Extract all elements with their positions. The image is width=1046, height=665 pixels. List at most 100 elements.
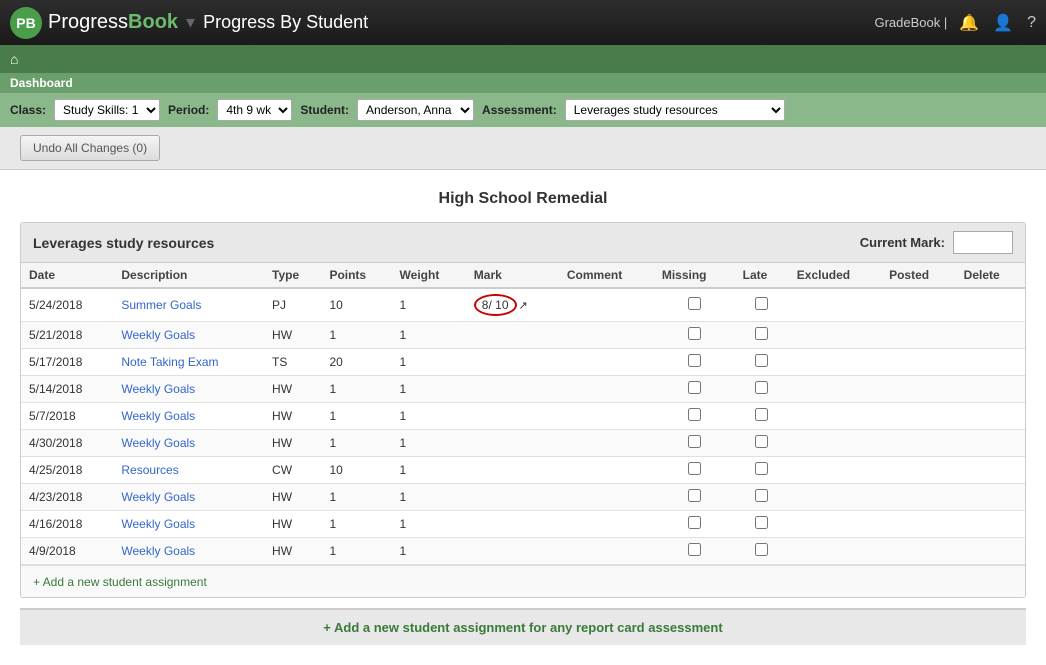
cell-delete [956,430,1025,457]
cell-mark[interactable]: 8/ 10↗ [466,288,559,322]
cell-mark [466,349,559,376]
cell-description[interactable]: Weekly Goals [113,430,264,457]
cell-missing[interactable] [654,457,735,484]
cell-posted [881,538,956,565]
col-missing: Missing [654,263,735,288]
col-delete: Delete [956,263,1025,288]
cell-weight: 1 [392,376,466,403]
assessment-select[interactable]: Leverages study resources [565,99,785,121]
cell-description[interactable]: Weekly Goals [113,322,264,349]
cell-delete [956,484,1025,511]
cell-weight: 1 [392,511,466,538]
cell-date: 4/23/2018 [21,484,113,511]
logo-icon: PB [10,7,42,39]
col-comment: Comment [559,263,654,288]
cell-weight: 1 [392,403,466,430]
cell-excluded [789,430,881,457]
cell-missing[interactable] [654,484,735,511]
cell-missing[interactable] [654,376,735,403]
cell-late[interactable] [735,349,789,376]
controls-bar: Class: Study Skills: 1 Period: 4th 9 wk … [0,93,1046,127]
user-icon[interactable]: 👤 [993,13,1013,33]
col-mark: Mark [466,263,559,288]
cell-description[interactable]: Resources [113,457,264,484]
home-icon[interactable]: ⌂ [10,51,18,67]
cell-late[interactable] [735,288,789,322]
cell-type: HW [264,484,321,511]
cell-description[interactable]: Weekly Goals [113,376,264,403]
cell-late[interactable] [735,322,789,349]
cell-mark [466,538,559,565]
col-excluded: Excluded [789,263,881,288]
table-row: 5/24/2018Summer GoalsPJ1018/ 10↗ [21,288,1025,322]
header-arrow[interactable]: ▾ [186,12,195,33]
cell-description[interactable]: Note Taking Exam [113,349,264,376]
add-assignment-link[interactable]: + Add a new student assignment [33,575,207,589]
cell-late[interactable] [735,457,789,484]
cell-missing[interactable] [654,322,735,349]
class-select[interactable]: Study Skills: 1 [54,99,160,121]
grade-table-header: Leverages study resources Current Mark: [21,223,1025,263]
cell-type: HW [264,430,321,457]
current-mark-input[interactable] [953,231,1013,254]
cell-late[interactable] [735,511,789,538]
cell-missing[interactable] [654,538,735,565]
logo-text: ProgressBook [48,11,178,34]
table-row: 4/25/2018ResourcesCW101 [21,457,1025,484]
cell-delete [956,288,1025,322]
current-mark-area: Current Mark: [860,231,1013,254]
add-report-card-link[interactable]: + Add a new student assignment for any r… [323,620,722,635]
table-header-row: Date Description Type Points Weight Mark… [21,263,1025,288]
cell-date: 4/16/2018 [21,511,113,538]
cell-comment [559,376,654,403]
cell-missing[interactable] [654,511,735,538]
cell-description[interactable]: Weekly Goals [113,484,264,511]
page-title: Progress By Student [203,12,368,33]
cell-comment [559,457,654,484]
cell-missing[interactable] [654,288,735,322]
cell-date: 5/7/2018 [21,403,113,430]
cell-description[interactable]: Weekly Goals [113,403,264,430]
cell-description[interactable]: Summer Goals [113,288,264,322]
period-select[interactable]: 4th 9 wk [217,99,292,121]
bottom-add-bar: + Add a new student assignment for any r… [20,608,1026,645]
cell-missing[interactable] [654,403,735,430]
student-select[interactable]: Anderson, Anna [357,99,474,121]
cell-posted [881,457,956,484]
assessment-label: Assessment: [482,103,557,117]
cell-points: 1 [321,403,391,430]
cell-description[interactable]: Weekly Goals [113,511,264,538]
cell-late[interactable] [735,376,789,403]
cell-weight: 1 [392,349,466,376]
cell-description[interactable]: Weekly Goals [113,538,264,565]
cell-mark [466,430,559,457]
cell-posted [881,511,956,538]
cell-points: 1 [321,511,391,538]
grades-table: Date Description Type Points Weight Mark… [21,263,1025,565]
current-mark-label: Current Mark: [860,235,945,250]
cell-late[interactable] [735,403,789,430]
cell-weight: 1 [392,538,466,565]
cell-date: 5/21/2018 [21,322,113,349]
cell-weight: 1 [392,288,466,322]
cell-late[interactable] [735,430,789,457]
cell-missing[interactable] [654,349,735,376]
cell-late[interactable] [735,484,789,511]
cell-posted [881,403,956,430]
cell-mark [466,376,559,403]
cell-missing[interactable] [654,430,735,457]
bell-icon[interactable]: 🔔 [959,13,979,33]
cell-type: TS [264,349,321,376]
cell-delete [956,322,1025,349]
cell-delete [956,376,1025,403]
cell-points: 20 [321,349,391,376]
cell-weight: 1 [392,484,466,511]
cell-late[interactable] [735,538,789,565]
cell-date: 4/30/2018 [21,430,113,457]
cell-points: 1 [321,430,391,457]
cell-posted [881,322,956,349]
undo-button[interactable]: Undo All Changes (0) [20,135,160,161]
help-icon[interactable]: ? [1027,14,1036,32]
cell-weight: 1 [392,322,466,349]
cell-delete [956,403,1025,430]
